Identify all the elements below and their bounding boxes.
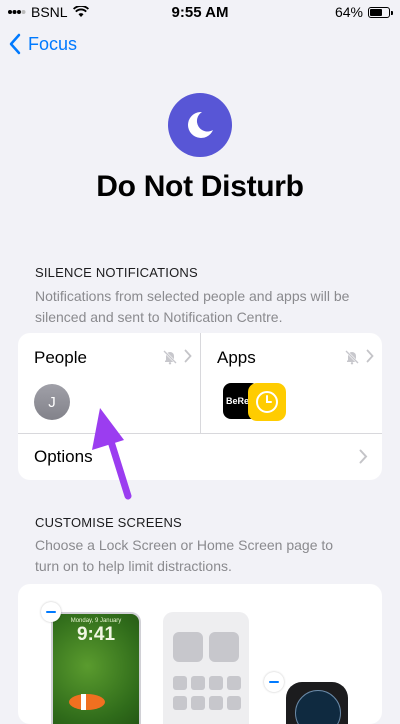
annotation-arrow	[92, 408, 132, 500]
